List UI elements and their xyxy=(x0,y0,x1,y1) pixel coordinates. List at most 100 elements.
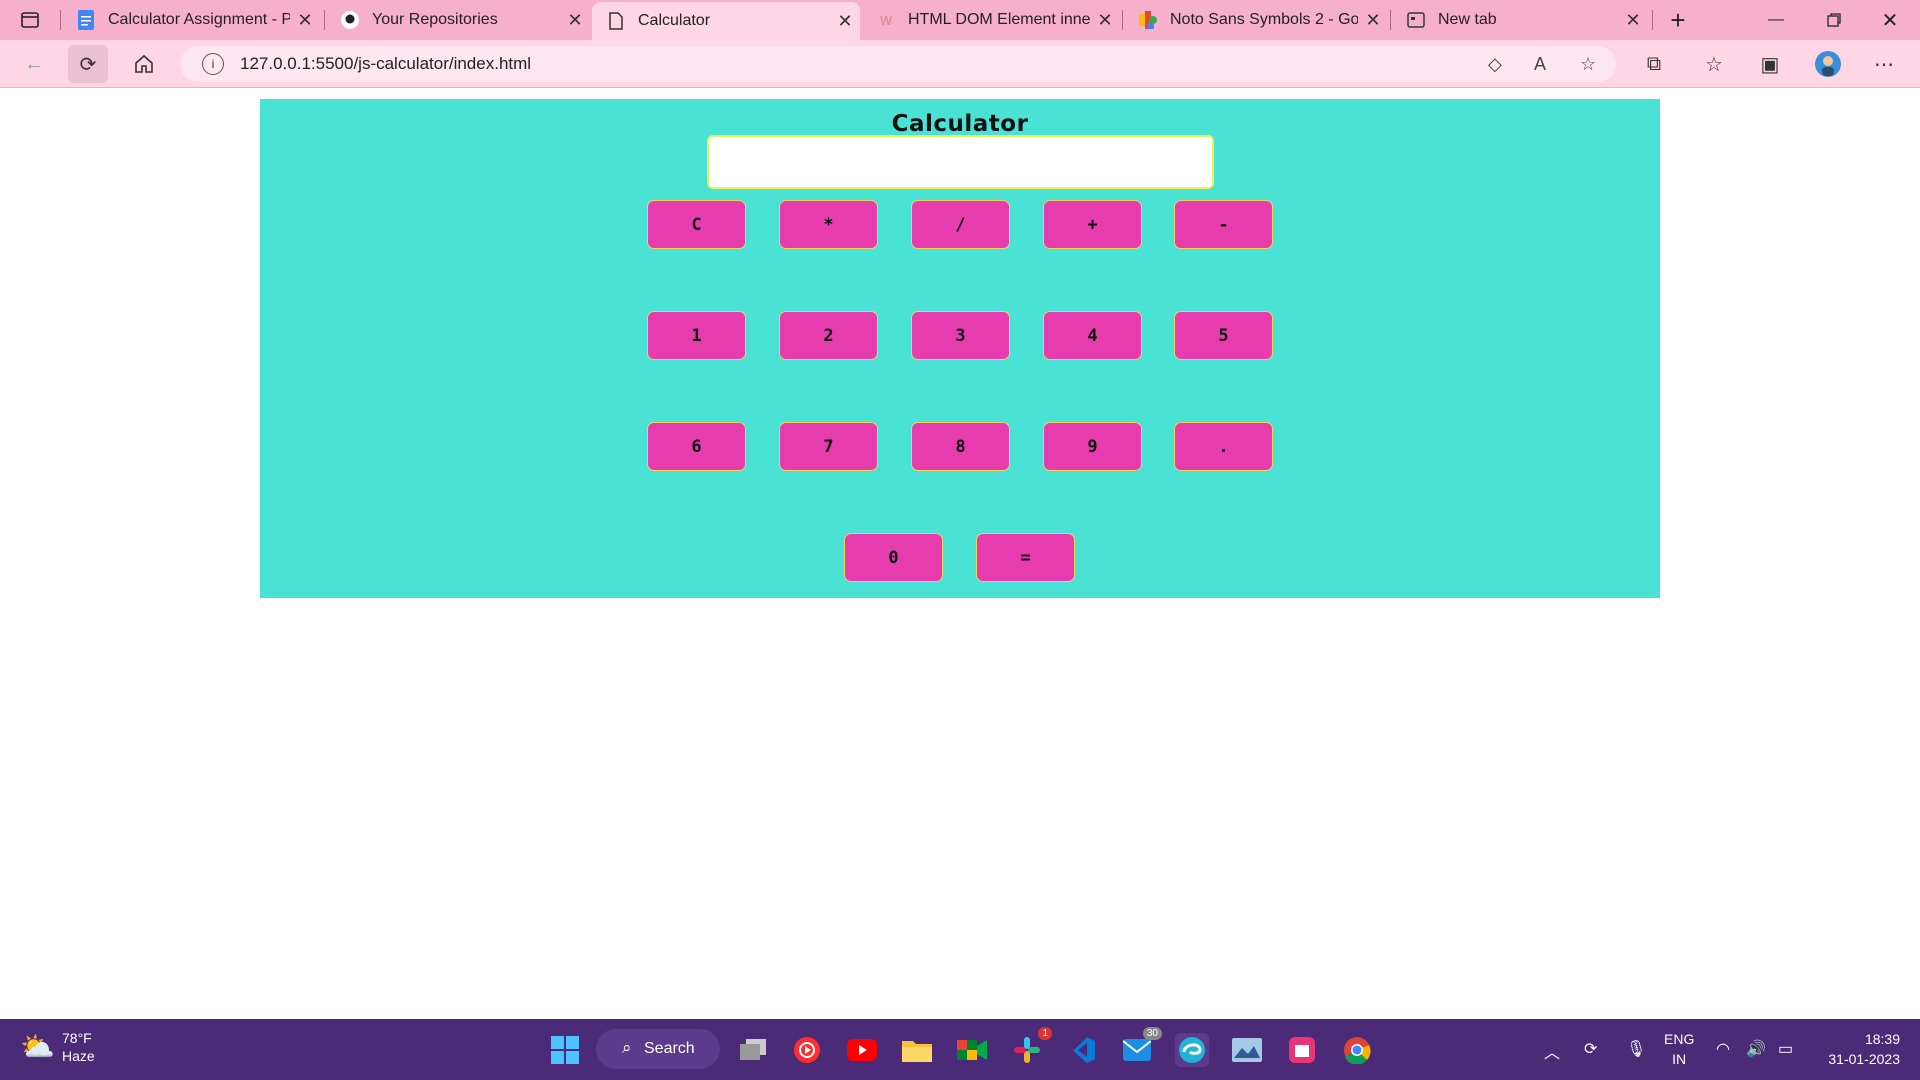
close-tab-icon[interactable]: ✕ xyxy=(1090,10,1120,31)
collections-icon[interactable]: ▣ xyxy=(1750,45,1790,83)
tab-title: Calculator xyxy=(638,12,711,29)
youtube-music-icon[interactable] xyxy=(790,1033,824,1067)
favorites-icon[interactable]: ☆ xyxy=(1694,45,1734,83)
home-icon[interactable] xyxy=(124,45,164,83)
digit-4-button[interactable]: 4 xyxy=(1043,311,1142,360)
digit-6-button[interactable]: 6 xyxy=(647,422,746,471)
url-text: 127.0.0.1:5500/js-calculator/index.html xyxy=(240,54,532,73)
system-clock[interactable]: 18:39 31-01-2023 xyxy=(1816,1029,1900,1069)
refresh-icon[interactable]: ⟳ xyxy=(68,45,108,83)
restore-icon[interactable] xyxy=(1806,0,1862,40)
tag-icon[interactable]: ◇ xyxy=(1488,54,1502,75)
calculator-container: Calculator C * / + - 1 2 3 4 5 6 7 8 9 .… xyxy=(260,99,1660,598)
tab-new-tab[interactable]: New tab ✕ xyxy=(1392,0,1648,40)
multiply-button[interactable]: * xyxy=(779,200,878,249)
youtube-icon[interactable] xyxy=(845,1033,879,1067)
close-tab-icon[interactable]: ✕ xyxy=(830,11,860,32)
weather-temperature: 78°F xyxy=(62,1030,92,1046)
tab-strip: Calculator Assignment - Prt ✕ Your Repos… xyxy=(0,0,1920,40)
vscode-icon[interactable] xyxy=(1065,1033,1099,1067)
show-hidden-icons-chevron-icon[interactable]: ︿ xyxy=(1544,1039,1560,1063)
w3schools-icon: W xyxy=(879,12,893,28)
weather-widget[interactable]: ⛅ 78°F Haze xyxy=(20,1029,95,1065)
microphone-icon[interactable]: 🎙 xyxy=(1626,1039,1646,1059)
tab-separator xyxy=(1390,10,1391,30)
region-code: IN xyxy=(1672,1051,1687,1067)
more-options-icon[interactable]: ⋯ xyxy=(1864,45,1904,83)
digit-9-button[interactable]: 9 xyxy=(1043,422,1142,471)
tab-title: HTML DOM Element innerTe xyxy=(908,11,1090,28)
close-window-icon[interactable]: ✕ xyxy=(1862,0,1918,40)
task-view-icon[interactable] xyxy=(736,1033,770,1067)
add-button[interactable]: + xyxy=(1043,200,1142,249)
start-windows-icon[interactable] xyxy=(548,1033,582,1067)
tab-html-dom-element[interactable]: W HTML DOM Element innerTe ✕ xyxy=(862,0,1120,40)
edge-browser-icon[interactable] xyxy=(1175,1033,1209,1067)
digit-1-button[interactable]: 1 xyxy=(647,311,746,360)
close-tab-icon[interactable]: ✕ xyxy=(1358,10,1388,31)
read-aloud-icon[interactable]: A xyxy=(1534,54,1546,75)
github-icon xyxy=(340,10,360,30)
google-fonts-icon xyxy=(1138,10,1158,30)
slack-notification-badge: 1 xyxy=(1038,1027,1052,1040)
clipchamp-icon[interactable] xyxy=(1285,1033,1319,1067)
sync-icon[interactable]: ⟳ xyxy=(1584,1039,1597,1059)
page-icon xyxy=(606,11,626,31)
digit-2-button[interactable]: 2 xyxy=(779,311,878,360)
add-favorite-icon[interactable]: ☆ xyxy=(1580,54,1596,75)
divide-button[interactable]: / xyxy=(911,200,1010,249)
equals-button[interactable]: = xyxy=(976,533,1075,582)
address-bar-row: ← ⟳ i 127.0.0.1:5500/js-calculator/index… xyxy=(0,40,1920,88)
minimize-icon[interactable]: — xyxy=(1748,0,1804,40)
wifi-icon[interactable]: ◠ xyxy=(1716,1039,1730,1059)
tab-title: Your Repositories xyxy=(372,11,498,28)
new-tab-icon xyxy=(1406,10,1426,30)
close-tab-icon[interactable]: ✕ xyxy=(290,10,320,31)
page-viewport: Calculator C * / + - 1 2 3 4 5 6 7 8 9 .… xyxy=(0,89,1920,1019)
calculator-title: Calculator xyxy=(891,111,1029,137)
photos-icon[interactable] xyxy=(1230,1033,1264,1067)
new-tab-plus-icon[interactable]: + xyxy=(1650,0,1706,40)
digit-3-button[interactable]: 3 xyxy=(911,311,1010,360)
digit-8-button[interactable]: 8 xyxy=(911,422,1010,471)
slack-icon[interactable]: 1 xyxy=(1010,1027,1052,1067)
weather-description: Haze xyxy=(62,1048,95,1064)
clock-date: 31-01-2023 xyxy=(1828,1051,1900,1067)
decimal-button[interactable]: . xyxy=(1174,422,1273,471)
close-tab-icon[interactable]: ✕ xyxy=(560,10,590,31)
tab-title: Noto Sans Symbols 2 - Goo xyxy=(1170,11,1358,28)
mail-notification-badge: 30 xyxy=(1142,1027,1162,1040)
taskbar: ⛅ 78°F Haze ⌕ Search 1 30 ︿ ⟳ 🎙 ENG IN ◠… xyxy=(0,1019,1920,1080)
tab-calculator[interactable]: Calculator ✕ xyxy=(592,2,860,40)
digit-7-button[interactable]: 7 xyxy=(779,422,878,471)
language-code: ENG xyxy=(1664,1031,1695,1047)
back-arrow-icon[interactable]: ← xyxy=(14,45,54,83)
google-meet-icon[interactable] xyxy=(955,1033,989,1067)
profile-avatar-icon[interactable] xyxy=(1808,45,1848,83)
calculator-display[interactable] xyxy=(707,135,1214,189)
tab-separator xyxy=(324,10,325,30)
subtract-button[interactable]: - xyxy=(1174,200,1273,249)
digit-5-button[interactable]: 5 xyxy=(1174,311,1273,360)
language-indicator[interactable]: ENG IN xyxy=(1664,1029,1694,1069)
battery-icon[interactable]: ▭ xyxy=(1778,1039,1793,1059)
close-tab-icon[interactable]: ✕ xyxy=(1618,10,1648,31)
address-input[interactable]: i 127.0.0.1:5500/js-calculator/index.htm… xyxy=(180,46,1616,82)
tab-separator xyxy=(60,10,61,30)
mail-icon[interactable]: 30 xyxy=(1120,1027,1162,1067)
tab-your-repositories[interactable]: Your Repositories ✕ xyxy=(326,0,590,40)
volume-icon[interactable]: 🔊 xyxy=(1746,1039,1766,1059)
site-info-icon[interactable]: i xyxy=(202,53,224,75)
tab-noto-sans-symbols[interactable]: Noto Sans Symbols 2 - Goo ✕ xyxy=(1124,0,1388,40)
tab-title: Calculator Assignment - Prt xyxy=(108,11,290,28)
file-explorer-icon[interactable] xyxy=(900,1033,934,1067)
tab-actions-icon[interactable] xyxy=(4,0,56,40)
clear-button[interactable]: C xyxy=(647,200,746,249)
tab-separator xyxy=(1122,10,1123,30)
digit-0-button[interactable]: 0 xyxy=(844,533,943,582)
extensions-icon[interactable]: ⧉ xyxy=(1634,45,1674,83)
google-docs-icon xyxy=(76,10,96,30)
tab-calculator-assignment[interactable]: Calculator Assignment - Prt ✕ xyxy=(62,0,320,40)
chrome-icon[interactable] xyxy=(1340,1033,1374,1067)
taskbar-search-button[interactable]: ⌕ Search xyxy=(596,1029,720,1069)
